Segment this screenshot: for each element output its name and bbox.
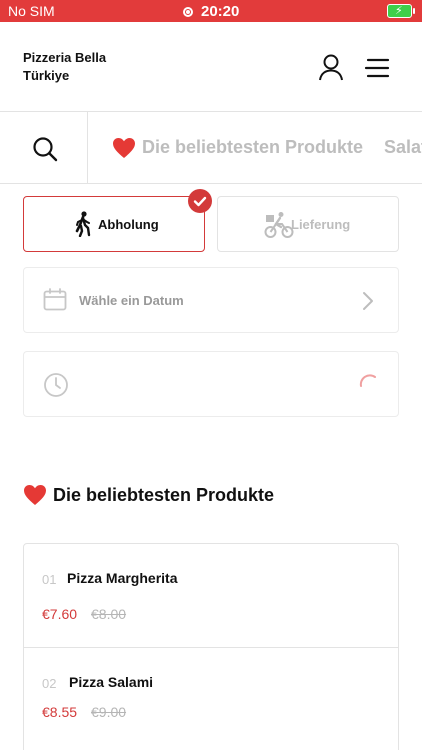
status-center: 20:20	[183, 3, 239, 20]
section-title: Die beliebtesten Produkte	[23, 484, 274, 506]
product-index: 02	[42, 676, 57, 691]
search-icon	[33, 137, 58, 162]
product-list: 01 Pizza Margherita €7.60 €8.00 02 Pizza…	[23, 543, 399, 750]
app-header: Pizzeria Bella Türkiye	[0, 22, 422, 112]
category-label: Salat	[384, 137, 422, 157]
clock-icon	[44, 373, 68, 397]
pickup-option[interactable]: Abholung	[23, 189, 212, 252]
product-price: €7.60	[42, 606, 78, 622]
search-button[interactable]	[0, 112, 88, 183]
section-title-text: Die beliebtesten Produkte	[53, 484, 275, 505]
check-icon	[188, 189, 212, 213]
product-old-price: €8.00	[91, 606, 127, 622]
product-item[interactable]: 02 Pizza Salami €8.55 €9.00	[24, 648, 398, 750]
clock: 20:20	[201, 3, 240, 20]
user-account-button[interactable]	[318, 54, 344, 82]
pickup-label: Abholung	[98, 217, 159, 232]
date-placeholder: Wähle ein Datum	[79, 293, 184, 308]
heart-icon	[24, 485, 46, 505]
chevron-right-icon	[363, 292, 373, 310]
user-icon	[319, 54, 343, 81]
delivery-option[interactable]: Lieferung	[217, 196, 399, 252]
battery-icon: ⚡	[387, 4, 415, 18]
product-item[interactable]: 01 Pizza Margherita €7.60 €8.00	[24, 544, 398, 648]
status-bar: No SIM 20:20 ⚡	[0, 0, 422, 22]
walking-person-icon	[75, 211, 91, 237]
time-picker[interactable]	[23, 351, 399, 417]
product-old-price: €9.00	[91, 704, 127, 720]
product-price: €8.55	[42, 704, 78, 720]
delivery-label: Lieferung	[291, 217, 351, 232]
loading-spinner-icon	[359, 374, 376, 387]
product-name: Pizza Salami	[69, 674, 154, 690]
category-tab-salat[interactable]: Salat	[384, 137, 422, 158]
bicycle-courier-icon	[264, 212, 294, 238]
calendar-icon	[43, 288, 67, 311]
carrier-label: No SIM	[8, 3, 55, 19]
product-name: Pizza Margherita	[67, 570, 178, 586]
menu-button[interactable]	[364, 57, 390, 79]
category-tab-popular[interactable]: Die beliebtesten Produkte	[112, 137, 363, 159]
recording-icon	[183, 6, 193, 17]
category-bar: Die beliebtesten Produkte Salat	[0, 112, 422, 184]
restaurant-name: Pizzeria Bella Türkiye	[23, 50, 107, 83]
heart-icon	[113, 138, 135, 159]
product-index: 01	[42, 572, 57, 587]
hamburger-icon	[364, 58, 390, 78]
category-label: Die beliebtesten Produkte	[142, 137, 364, 157]
date-picker[interactable]: Wähle ein Datum	[23, 267, 399, 333]
